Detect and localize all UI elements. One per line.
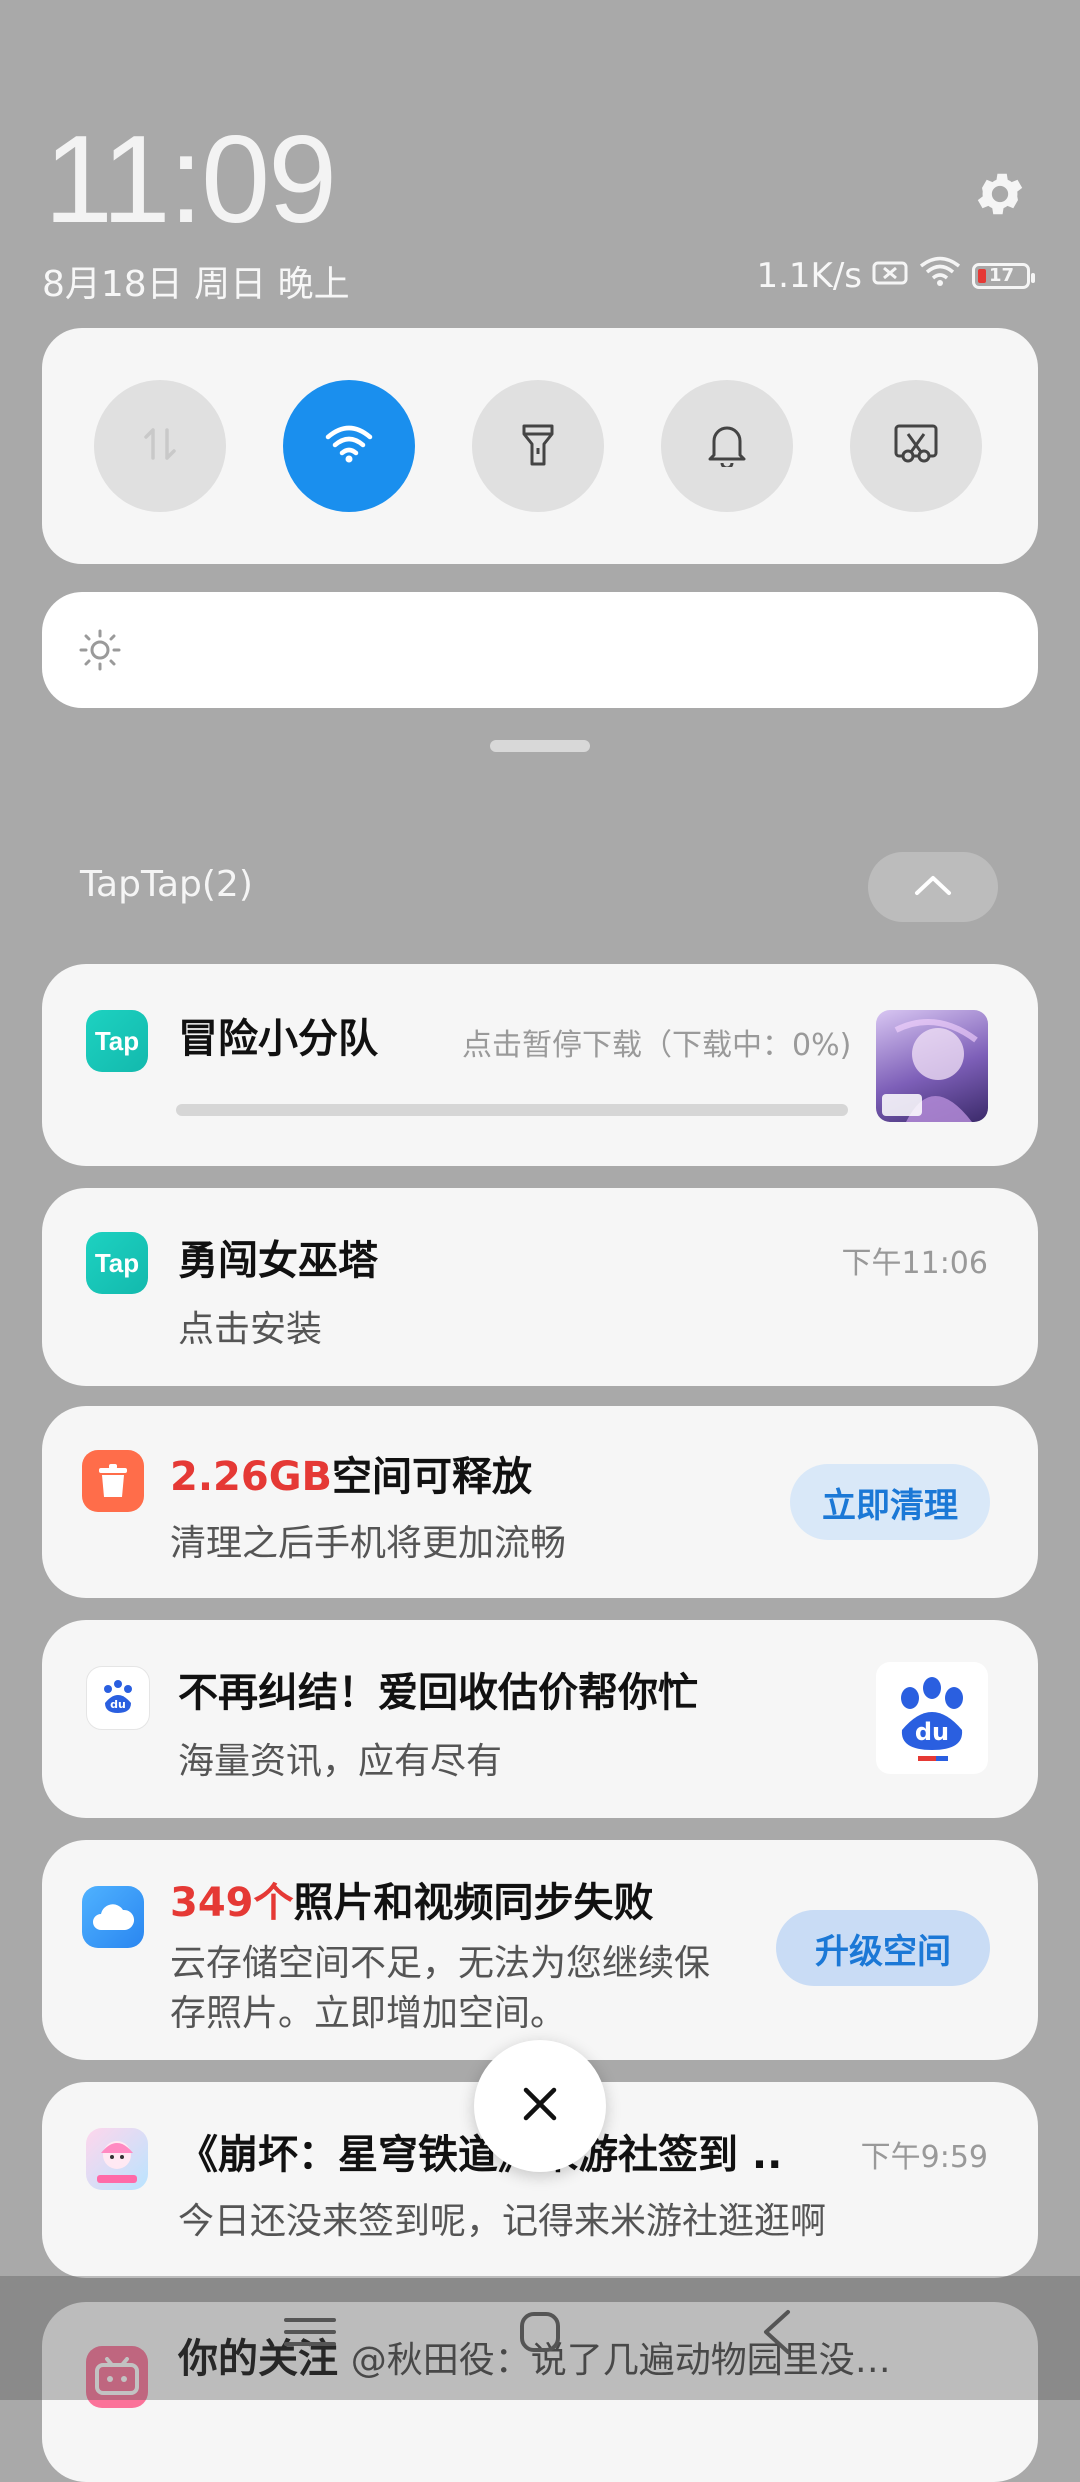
screenshot-scissors-icon [892, 422, 940, 470]
data-arrows-icon [138, 422, 182, 470]
home-nav-icon[interactable] [512, 2304, 568, 2364]
battery-icon: 17 [972, 262, 1035, 289]
clean-now-button[interactable]: 立即清理 [790, 1464, 990, 1540]
wifi-icon [324, 424, 374, 468]
net-speed: 1.1K/s [756, 255, 862, 296]
notification-time: 下午9:59 [860, 2140, 988, 2175]
notification-title: 不再纠结！爱回收估价帮你忙 [178, 1670, 698, 1716]
settings-gear-icon[interactable] [972, 166, 1028, 222]
status-indicators: 1.1K/s 17 [756, 255, 1035, 296]
game-thumbnail [876, 1010, 988, 1122]
notification-card-cleaner[interactable]: 2.26GB空间可释放 清理之后手机将更加流畅 立即清理 [42, 1406, 1038, 1598]
bell-toggle[interactable] [661, 380, 793, 512]
notification-card-cloud[interactable]: 349个照片和视频同步失败 云存储空间不足，无法为您继续保 存照片。立即增加空间… [42, 1840, 1038, 2060]
screenshot-toggle[interactable] [850, 380, 982, 512]
miyoushe-app-icon [86, 2128, 148, 2190]
back-nav-icon[interactable] [754, 2306, 800, 2362]
cloud-app-icon [82, 1886, 144, 1948]
navigation-bar [0, 2276, 1080, 2400]
notification-subtitle-line1: 云存储空间不足，无法为您继续保 [170, 1943, 711, 1984]
menu-nav-icon[interactable] [280, 2312, 340, 2356]
notification-card-baidu[interactable]: du 不再纠结！爱回收估价帮你忙 海量资讯，应有尽有 du [42, 1620, 1038, 1818]
notification-title: 冒险小分队 [178, 1016, 378, 1062]
flashlight-toggle[interactable] [472, 380, 604, 512]
trash-cleaner-icon [82, 1450, 144, 1512]
sim-off-icon [872, 256, 908, 296]
notification-subtitle: 今日还没来签到呢，记得来米游社逛逛啊 [178, 2201, 827, 2242]
clock: 11:09 [44, 111, 337, 249]
data-toggle[interactable] [94, 380, 226, 512]
taptap-app-icon: Tap [86, 1010, 148, 1072]
date-label: 8月18日 周日 晚上 [42, 264, 350, 305]
clear-all-button[interactable] [474, 2040, 606, 2172]
svg-text:du: du [110, 1698, 126, 1711]
baidu-thumbnail: du [876, 1662, 988, 1774]
highlight-count: 349个 [170, 1880, 294, 1926]
brightness-slider[interactable] [42, 592, 1038, 708]
notification-title: 勇闯女巫塔 [178, 1238, 378, 1284]
notification-subtitle: 点击安装 [178, 1309, 323, 1350]
notification-title: 349个照片和视频同步失败 [170, 1870, 654, 1928]
notification-subtitle-line2: 存照片。立即增加空间。 [170, 1993, 567, 2034]
brightness-sun-icon [78, 628, 122, 676]
wifi-toggle[interactable] [283, 380, 415, 512]
taptap-app-icon: Tap [86, 1232, 148, 1294]
notification-title: 2.26GB空间可释放 [170, 1444, 532, 1502]
notification-card-download[interactable]: Tap 冒险小分队 点击暂停下载（下载中：0%) [42, 964, 1038, 1166]
notification-group-title: TapTap(2) [80, 864, 253, 905]
wifi-status-icon [918, 255, 962, 296]
upgrade-space-button[interactable]: 升级空间 [776, 1910, 990, 1986]
close-icon [520, 2084, 560, 2128]
download-status[interactable]: 点击暂停下载（下载中：0%) [462, 1020, 851, 1064]
drag-handle[interactable] [490, 740, 590, 752]
collapse-group-button[interactable] [868, 852, 998, 922]
title-rest: 照片和视频同步失败 [293, 1880, 654, 1926]
title-rest: 空间可释放 [332, 1454, 533, 1500]
notification-card-install[interactable]: Tap 勇闯女巫塔 点击安装 下午11:06 [42, 1188, 1038, 1386]
flashlight-icon [518, 420, 558, 472]
bell-icon [706, 421, 748, 471]
baidu-thumb-text: du [915, 1718, 949, 1746]
notification-subtitle: 海量资讯，应有尽有 [178, 1741, 503, 1782]
download-progress-bar [176, 1104, 848, 1116]
quick-settings-panel [42, 328, 1038, 564]
baidu-app-icon: du [86, 1666, 150, 1730]
notification-time: 下午11:06 [841, 1246, 988, 1281]
chevron-up-icon [913, 873, 953, 901]
notification-subtitle: 清理之后手机将更加流畅 [170, 1523, 567, 1564]
highlight-storage: 2.26GB [170, 1454, 333, 1500]
